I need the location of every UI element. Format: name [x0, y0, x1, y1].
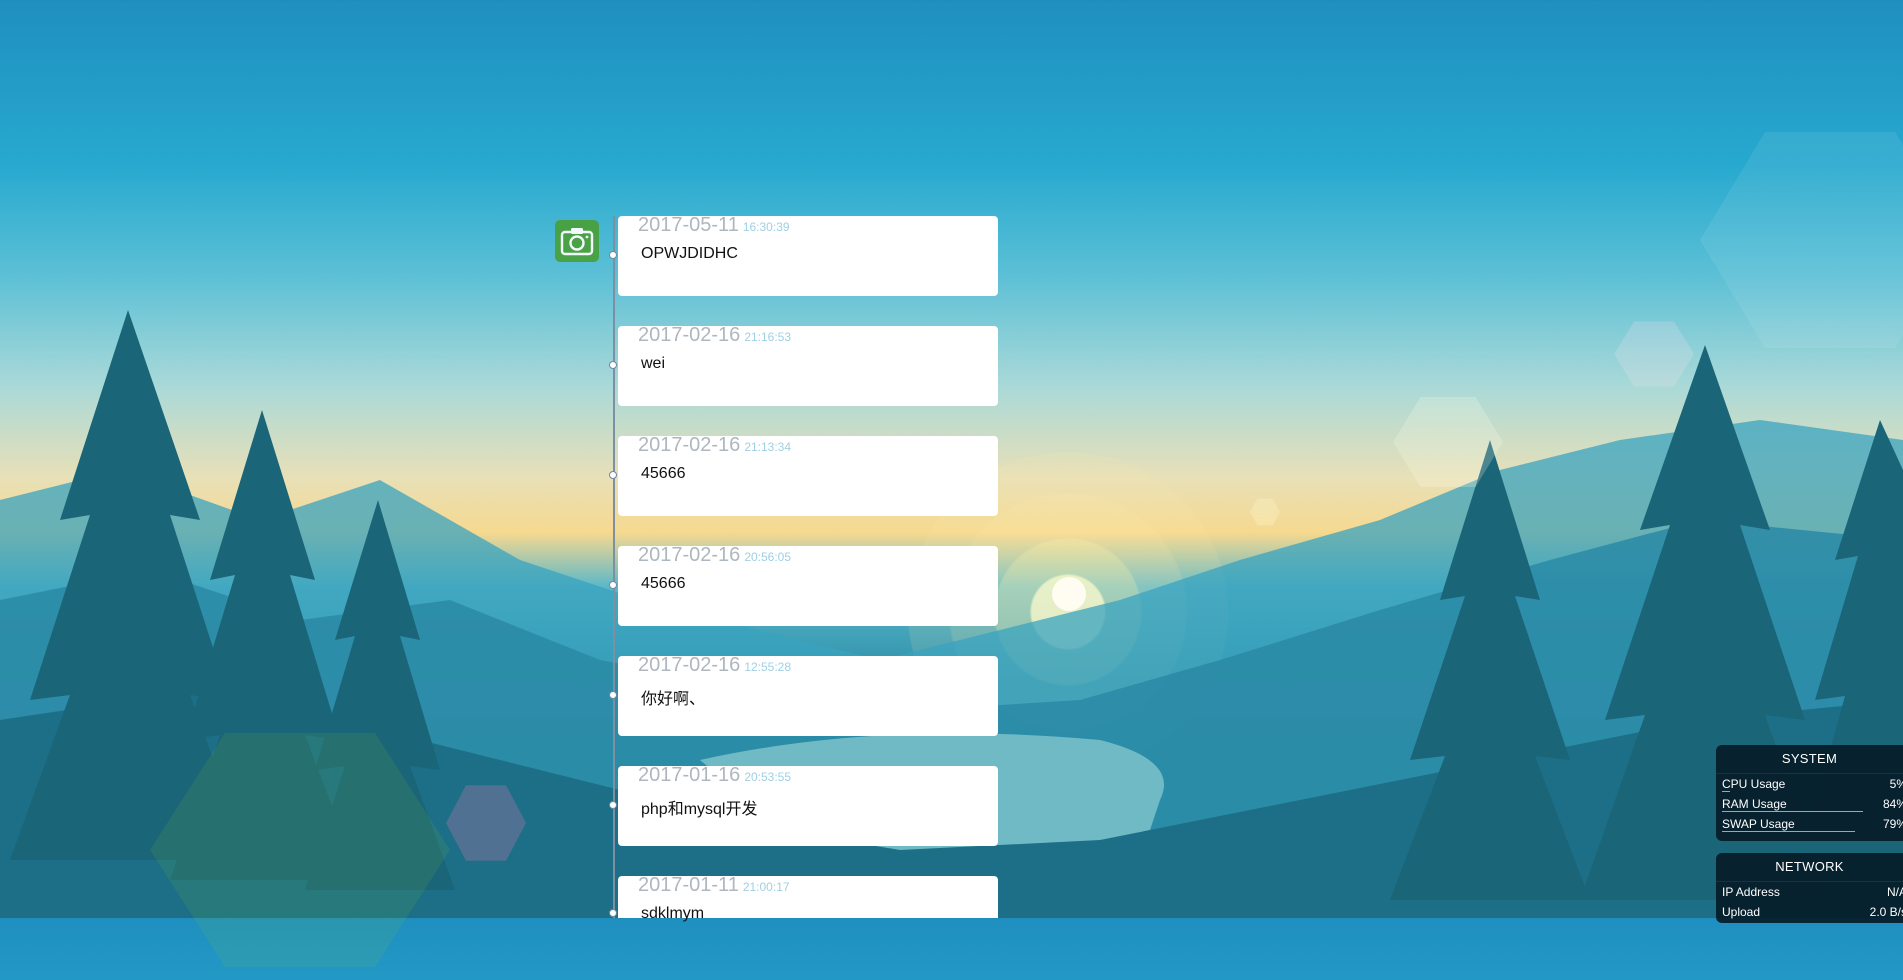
system-widget: SYSTEM CPU Usage 5% RAM Usage 84% SWAP U…	[1716, 745, 1903, 841]
timeline-line	[613, 216, 615, 918]
entry-text: 45666	[641, 465, 686, 482]
upload-value: 2.0 B/s	[1869, 905, 1903, 919]
timeline-dot	[609, 251, 617, 259]
entry-date: 2017-02-16	[638, 544, 741, 566]
entry-date: 2017-02-16	[638, 324, 741, 346]
timeline-dot	[609, 361, 617, 369]
entry-time: 21:00:17	[742, 880, 790, 894]
system-widget-title: SYSTEM	[1716, 745, 1903, 774]
bokeh-hexagon	[1700, 132, 1903, 348]
network-widget-title: NETWORK	[1716, 853, 1903, 882]
swap-usage-value: 79%	[1882, 817, 1903, 831]
ip-address-label: IP Address	[1722, 885, 1780, 899]
swap-usage-row: SWAP Usage 79%	[1716, 814, 1903, 834]
entry-header: 2017-02-16 20:56:05	[638, 544, 791, 567]
entry-text: OPWJDIDHC	[641, 245, 738, 262]
ip-address-value: N/A	[1886, 885, 1903, 899]
entry-time: 20:53:55	[744, 770, 792, 784]
bokeh-hexagon	[1250, 498, 1280, 526]
entry-time: 16:30:39	[742, 220, 790, 234]
upload-label: Upload	[1722, 905, 1761, 919]
sun	[1052, 577, 1086, 611]
network-widget: NETWORK IP Address N/A Upload 2.0 B/s	[1716, 853, 1903, 923]
entry-text: wei	[641, 355, 666, 372]
entry-text: php和mysql开发	[641, 801, 758, 818]
cpu-usage-value: 5%	[1889, 777, 1903, 791]
bokeh-hexagon	[446, 785, 526, 861]
bokeh-hexagon	[150, 733, 450, 967]
entry-header: 2017-05-11 16:30:39	[638, 214, 790, 237]
ram-usage-bar	[1722, 811, 1863, 812]
cpu-usage-bar	[1722, 791, 1730, 792]
entry-text: 45666	[641, 575, 686, 592]
entry-date: 2017-02-16	[638, 654, 741, 676]
timeline-dot	[609, 581, 617, 589]
entry-date: 2017-05-11	[638, 214, 739, 236]
ram-usage-value: 84%	[1882, 797, 1903, 811]
entry-date: 2017-01-16	[638, 764, 741, 786]
camera-icon	[560, 228, 594, 256]
upload-row: Upload 2.0 B/s	[1716, 902, 1903, 922]
cpu-usage-row: CPU Usage 5%	[1716, 774, 1903, 794]
entry-header: 2017-01-16 20:53:55	[638, 764, 791, 787]
entry-text: 你好啊、	[641, 691, 706, 708]
timeline-dot	[609, 909, 617, 917]
entry-date: 2017-01-11	[638, 874, 739, 896]
ip-address-row: IP Address N/A	[1716, 882, 1903, 902]
entry-time: 12:55:28	[744, 660, 792, 674]
bokeh-hexagon	[1393, 397, 1503, 487]
entry-time: 21:16:53	[744, 330, 792, 344]
entry-text: sdklmym	[641, 905, 705, 922]
entry-time: 21:13:34	[744, 440, 792, 454]
timeline-dot	[609, 801, 617, 809]
entry-time: 20:56:05	[744, 550, 792, 564]
entry-header: 2017-01-11 21:00:17	[638, 874, 790, 897]
new-post-button[interactable]	[555, 220, 599, 262]
entry-header: 2017-02-16 21:16:53	[638, 324, 791, 347]
cpu-usage-label: CPU Usage	[1722, 777, 1786, 791]
timeline-dot	[609, 691, 617, 699]
entry-header: 2017-02-16 12:55:28	[638, 654, 791, 677]
swap-usage-bar	[1722, 831, 1855, 832]
bokeh-hexagon	[1614, 321, 1694, 387]
entry-date: 2017-02-16	[638, 434, 741, 456]
ram-usage-row: RAM Usage 84%	[1716, 794, 1903, 814]
entry-header: 2017-02-16 21:13:34	[638, 434, 791, 457]
timeline-dot	[609, 471, 617, 479]
